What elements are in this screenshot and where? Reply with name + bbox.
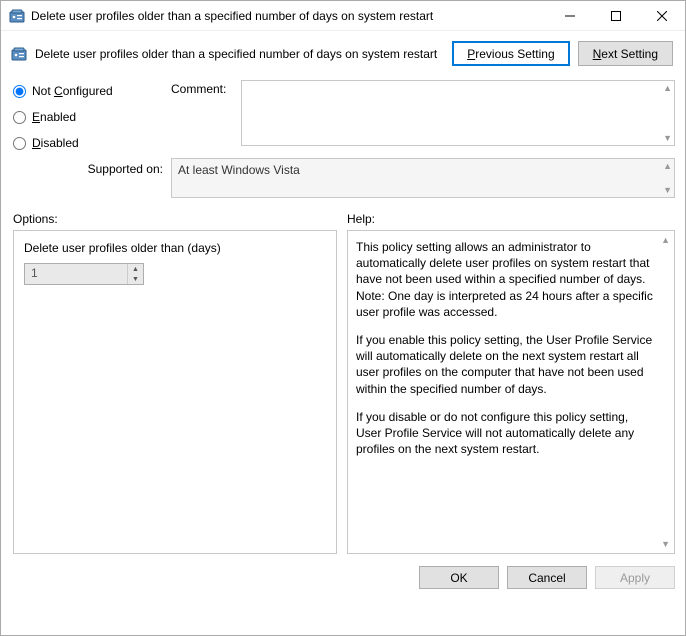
radio-disabled-label: Disabled [32,136,79,150]
scroll-up-icon[interactable]: ▲ [663,83,672,93]
next-setting-button[interactable]: Next Setting [578,41,673,66]
header-text: Delete user profiles older than a specif… [35,47,444,61]
minimize-button[interactable] [547,1,593,31]
maximize-button[interactable] [593,1,639,31]
options-pane: Delete user profiles older than (days) 1… [13,230,337,554]
spinner-arrows[interactable]: ▲ ▼ [127,264,143,284]
help-paragraph: If you disable or do not configure this … [356,409,654,458]
apply-button[interactable]: Apply [595,566,675,589]
config-area: Not Configured Enabled Disabled Comment:… [1,76,685,208]
previous-setting-button[interactable]: Previous Setting [452,41,569,66]
scroll-up-icon[interactable]: ▲ [661,235,670,245]
days-value[interactable]: 1 [25,264,127,284]
spinner-down-icon[interactable]: ▼ [128,274,143,284]
spinner-up-icon[interactable]: ▲ [128,264,143,274]
footer: OK Cancel Apply [1,554,685,601]
radio-enabled-input[interactable] [13,111,26,124]
help-label: Help: [347,212,675,226]
radio-enabled-label: Enabled [32,110,76,124]
days-field-label: Delete user profiles older than (days) [24,241,326,255]
radio-not-configured-input[interactable] [13,85,26,98]
header: Delete user profiles older than a specif… [1,31,685,76]
help-text: This policy setting allows an administra… [348,231,674,477]
panes: Delete user profiles older than (days) 1… [1,230,685,554]
titlebar: Delete user profiles older than a specif… [1,1,685,31]
scroll-up-icon: ▲ [663,161,672,171]
radio-not-configured[interactable]: Not Configured [13,84,163,98]
scroll-down-icon[interactable]: ▼ [661,539,670,549]
supported-on-field: At least Windows Vista ▲ ▼ [171,158,675,198]
help-paragraph: If you enable this policy setting, the U… [356,332,654,397]
comment-field[interactable]: ▲ ▼ [241,80,675,146]
ok-button[interactable]: OK [419,566,499,589]
window-title: Delete user profiles older than a specif… [31,9,547,23]
gpo-dialog: Delete user profiles older than a specif… [0,0,686,636]
supported-on-value: At least Windows Vista [172,159,674,197]
close-button[interactable] [639,1,685,31]
options-label: Options: [13,212,337,226]
help-pane: This policy setting allows an administra… [347,230,675,554]
radio-enabled[interactable]: Enabled [13,110,163,124]
scroll-down-icon: ▼ [663,185,672,195]
radio-disabled-input[interactable] [13,137,26,150]
app-icon [9,8,25,24]
supported-on-label: Supported on: [88,158,163,176]
pane-labels: Options: Help: [1,208,685,230]
cancel-button[interactable]: Cancel [507,566,587,589]
radio-disabled[interactable]: Disabled [13,136,163,150]
policy-icon [11,46,27,62]
scroll-down-icon[interactable]: ▼ [663,133,672,143]
comment-label: Comment: [171,80,235,150]
state-radios: Not Configured Enabled Disabled [13,80,163,150]
radio-not-configured-label: Not Configured [32,84,113,98]
days-spinner[interactable]: 1 ▲ ▼ [24,263,144,285]
help-paragraph: This policy setting allows an administra… [356,239,654,320]
